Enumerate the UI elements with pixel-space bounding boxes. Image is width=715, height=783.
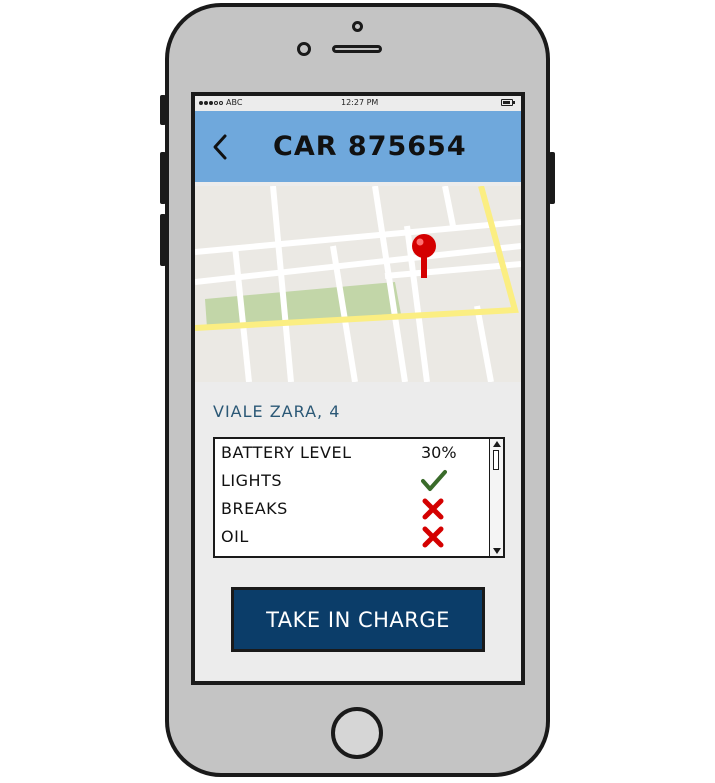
scroll-thumb[interactable]: [493, 450, 499, 470]
check-row-oil: OIL: [221, 525, 491, 549]
page-title: CAR 875654: [273, 131, 467, 162]
check-row-breaks: BREAKS: [221, 497, 491, 521]
home-button[interactable]: [331, 707, 383, 759]
signal-strength-icon: [199, 100, 223, 105]
map-view[interactable]: [195, 185, 521, 383]
phone-screen: ABC 12:27 PM CAR 875654 VIALE ZARA, 4 BA…: [191, 92, 525, 685]
status-carrier-group: ABC: [199, 98, 242, 107]
status-bar: ABC 12:27 PM: [195, 96, 521, 111]
cross-icon: [422, 526, 444, 548]
check-row-battery: BATTERY LEVEL 30%: [221, 441, 491, 465]
cross-icon: [422, 498, 444, 520]
phone-speaker: [332, 45, 382, 53]
scroll-up-arrow-icon[interactable]: [493, 441, 501, 447]
phone-power-button: [549, 152, 555, 204]
chevron-left-icon: [213, 134, 227, 160]
app-header: CAR 875654: [195, 111, 521, 182]
phone-volume-up: [160, 152, 166, 204]
check-label: LIGHTS: [221, 471, 282, 490]
car-address: VIALE ZARA, 4: [213, 402, 341, 421]
battery-level-value: 30%: [421, 443, 457, 462]
phone-sensor: [352, 21, 363, 32]
map-graphic: [195, 185, 521, 383]
check-label: BREAKS: [221, 499, 288, 518]
carrier-name: ABC: [226, 98, 243, 107]
battery-icon: [501, 99, 515, 106]
back-button[interactable]: [209, 133, 231, 161]
status-checklist[interactable]: BATTERY LEVEL 30% LIGHTS BREAKS OIL: [213, 437, 505, 558]
phone-mute-switch: [160, 95, 166, 125]
check-label: BATTERY LEVEL: [221, 443, 352, 462]
take-in-charge-button[interactable]: TAKE IN CHARGE: [231, 587, 485, 652]
checklist-scrollbar[interactable]: [489, 439, 503, 556]
check-label: OIL: [221, 527, 249, 546]
checkmark-icon: [421, 470, 447, 491]
check-row-lights: LIGHTS: [221, 469, 491, 493]
phone-volume-down: [160, 214, 166, 266]
status-time: 12:27 PM: [341, 98, 379, 107]
scroll-down-arrow-icon[interactable]: [493, 548, 501, 554]
phone-camera: [297, 42, 311, 56]
